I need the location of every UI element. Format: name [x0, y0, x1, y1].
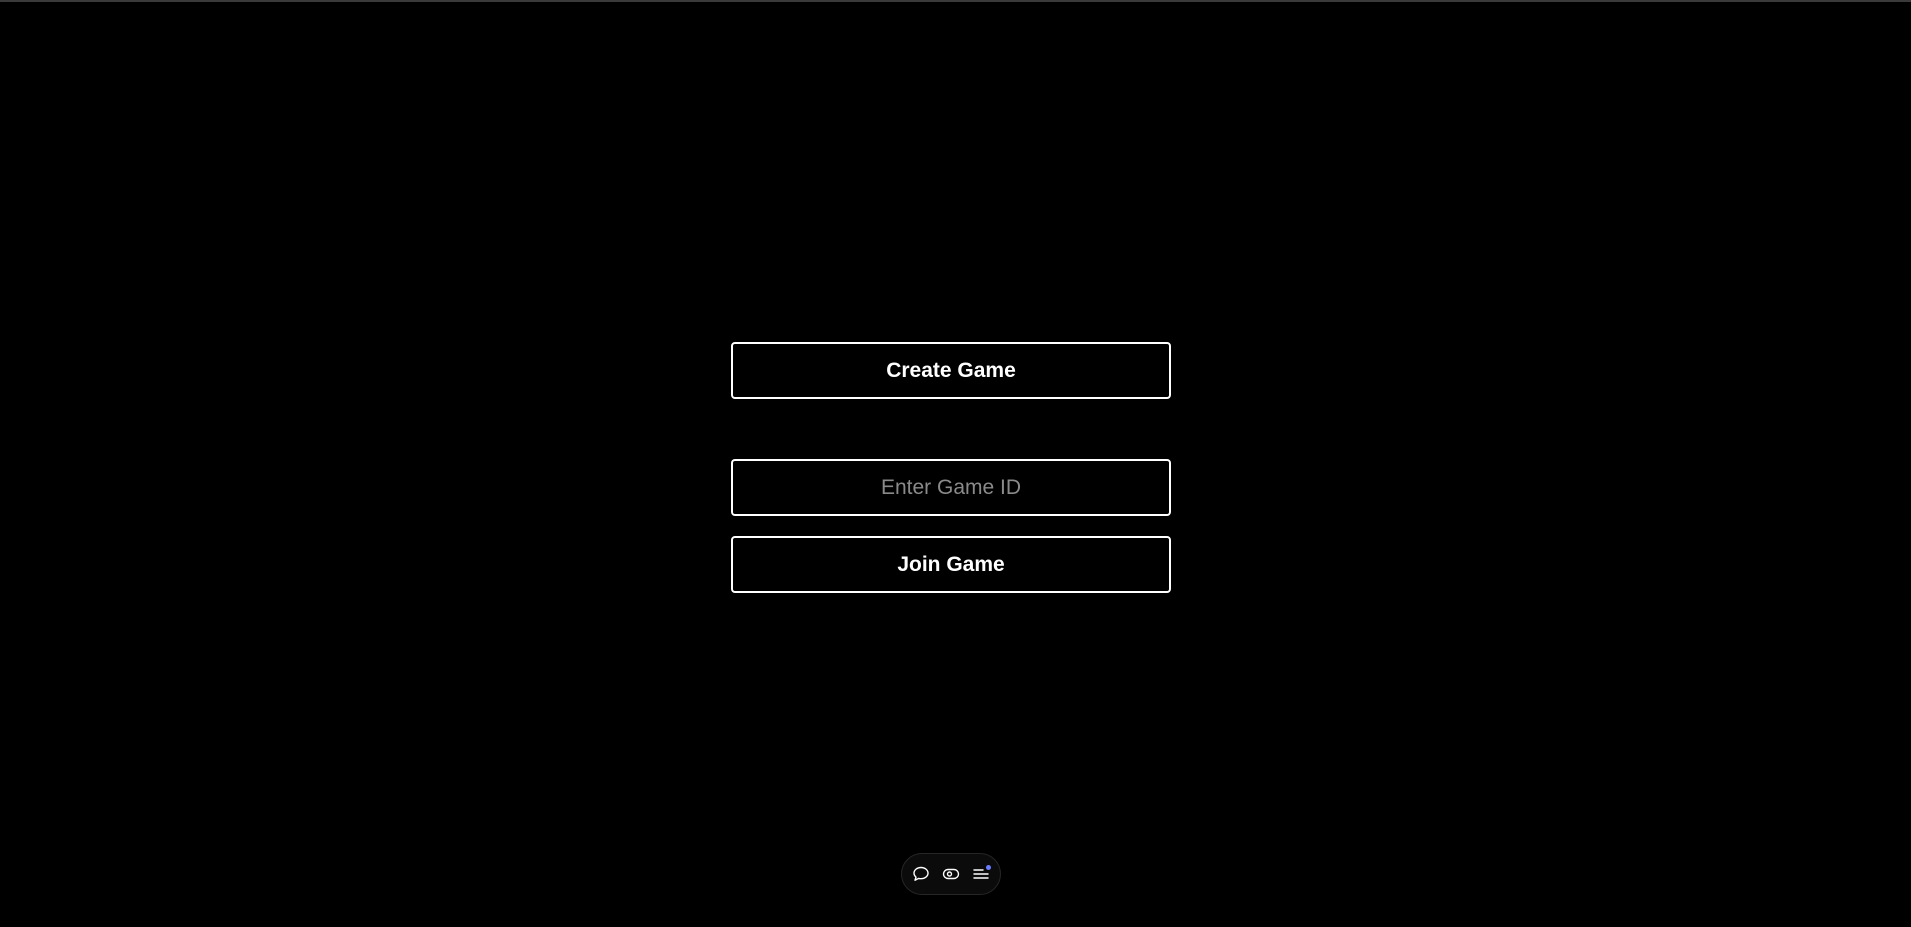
create-game-button[interactable]: Create Game: [731, 342, 1171, 399]
chat-bubble-icon[interactable]: [911, 864, 931, 884]
game-id-input[interactable]: [731, 459, 1171, 516]
notification-badge: [986, 865, 991, 870]
menu-list-icon[interactable]: [971, 864, 991, 884]
join-game-button[interactable]: Join Game: [731, 536, 1171, 593]
top-border: [0, 0, 1911, 2]
eye-icon[interactable]: [941, 864, 961, 884]
floating-toolbar: [901, 853, 1001, 895]
